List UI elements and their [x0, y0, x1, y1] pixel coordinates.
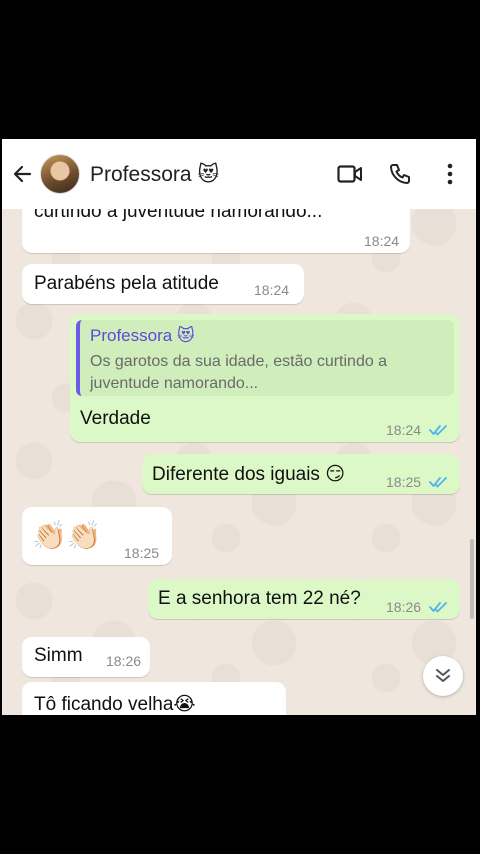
message-outgoing[interactable]: E a senhora tem 22 né? 18:26 [148, 579, 460, 619]
message-incoming[interactable]: Simm 18:26 [22, 637, 150, 677]
message-list[interactable]: curtindo a juventude namorando... 18:24 … [2, 199, 476, 715]
message-text: Parabéns pela atitude [34, 273, 219, 294]
more-options-icon[interactable] [436, 160, 464, 188]
contact-name[interactable]: Professora 😻 [90, 162, 336, 187]
message-time: 18:24 [254, 282, 290, 298]
message-time: 18:25 [386, 474, 422, 490]
message-incoming[interactable]: 👏🏻👏🏻 18:25 [22, 507, 172, 565]
double-chevron-down-icon [436, 669, 450, 682]
message-text: Verdade [80, 408, 151, 429]
video-call-icon[interactable] [336, 160, 364, 188]
quoted-message[interactable]: Professora 😻 Os garotos da sua idade, es… [76, 320, 454, 396]
message-time: 18:26 [386, 599, 422, 615]
scroll-to-bottom-button[interactable] [423, 656, 463, 696]
chat-header: Professora 😻 [2, 139, 476, 209]
message-text: 👏🏻👏🏻 [32, 519, 102, 552]
message-text: Simm [34, 645, 83, 666]
message-text: Tô ficando velha😭 [34, 694, 196, 715]
read-receipt-icon [429, 602, 447, 613]
message-incoming[interactable]: Tô ficando velha😭 [22, 682, 286, 715]
message-outgoing[interactable]: Diferente dos iguais 😏 18:25 [142, 454, 460, 494]
quoted-text: Os garotos da sua idade, estão curtindo … [90, 353, 388, 392]
back-arrow-icon[interactable] [12, 164, 32, 184]
message-time: 18:26 [106, 653, 142, 669]
message-time: 18:25 [124, 545, 160, 561]
scrollbar[interactable] [470, 539, 474, 619]
read-receipt-icon [429, 477, 447, 488]
avatar[interactable] [40, 154, 80, 194]
quoted-sender: Professora 😻 [90, 326, 195, 345]
chat-screen: Professora 😻 curtindo a juventude namora… [2, 139, 476, 715]
message-time: 18:24 [386, 422, 422, 438]
message-text: E a senhora tem 22 né? [158, 588, 361, 609]
voice-call-icon[interactable] [386, 160, 414, 188]
read-receipt-icon [429, 425, 447, 436]
message-outgoing-reply[interactable]: Professora 😻 Os garotos da sua idade, es… [70, 314, 460, 442]
message-time: 18:24 [364, 233, 400, 249]
message-incoming[interactable]: Parabéns pela atitude 18:24 [22, 264, 304, 304]
message-text: Diferente dos iguais 😏 [152, 464, 346, 485]
